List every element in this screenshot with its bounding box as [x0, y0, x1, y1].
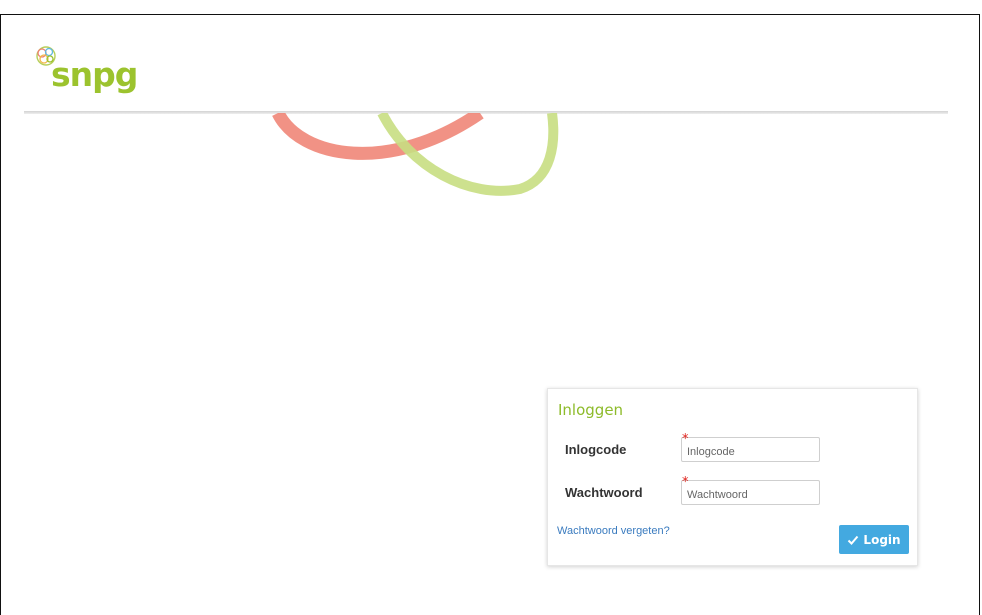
- password-field-wrap: *: [681, 476, 820, 505]
- brand-logo[interactable]: snpg: [34, 44, 144, 104]
- required-marker: *: [682, 432, 689, 447]
- header: snpg: [24, 38, 948, 112]
- username-label: Inlogcode: [565, 442, 627, 457]
- decorative-swirls: [272, 113, 559, 196]
- forgot-password-link[interactable]: Wachtwoord vergeten?: [557, 525, 670, 537]
- required-marker: *: [682, 475, 689, 490]
- login-button[interactable]: Login: [839, 525, 909, 554]
- username-input[interactable]: [681, 437, 820, 462]
- login-title: Inloggen: [558, 401, 624, 419]
- login-panel: Inloggen Inlogcode * Wachtwoord * Wachtw…: [547, 388, 918, 566]
- password-label: Wachtwoord: [565, 485, 643, 500]
- brand-name: snpg: [51, 55, 138, 94]
- password-input[interactable]: [681, 480, 820, 505]
- red-swirl: [272, 113, 484, 160]
- check-icon: [848, 535, 859, 545]
- username-field-wrap: *: [681, 433, 820, 462]
- login-button-label: Login: [863, 532, 901, 547]
